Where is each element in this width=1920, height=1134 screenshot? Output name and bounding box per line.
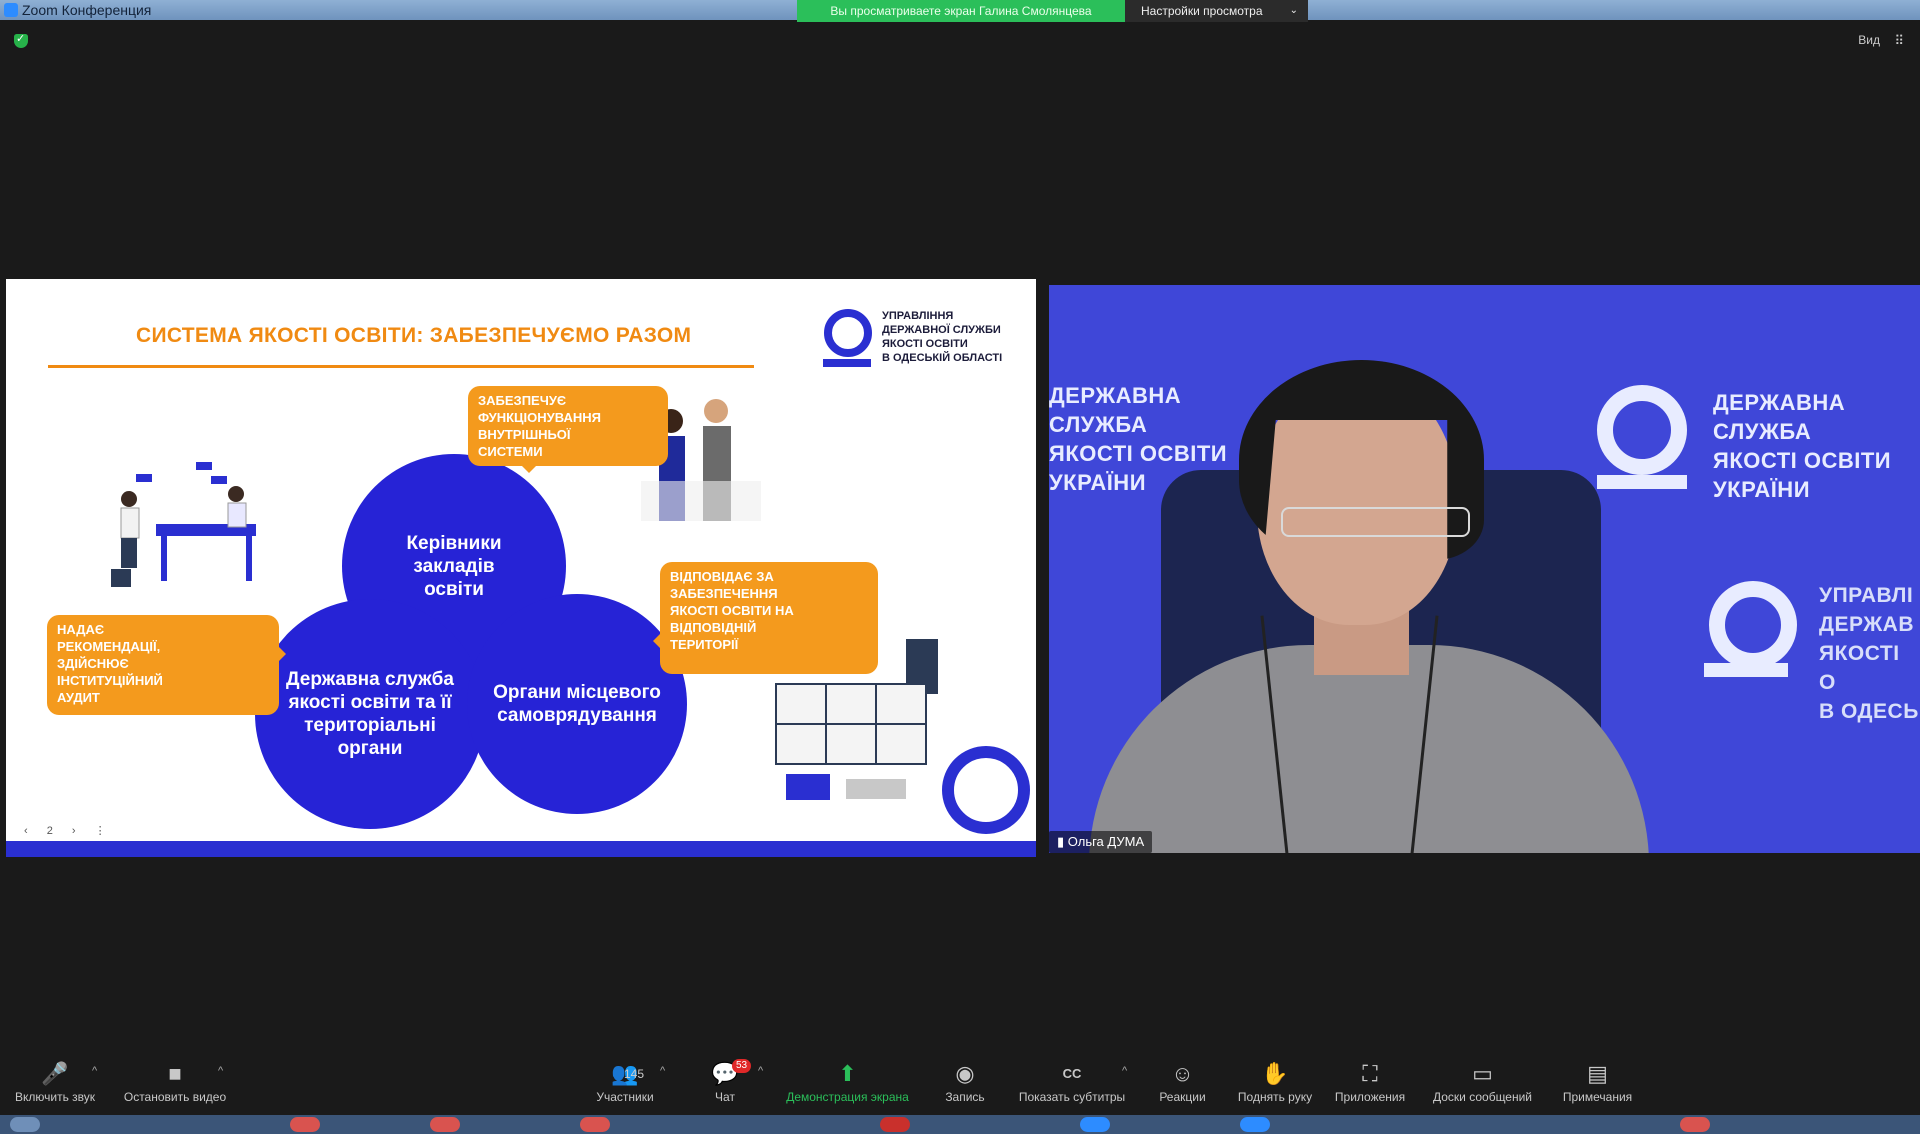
notes-label: Примечания <box>1562 1090 1633 1104</box>
wall-logo-lower-bar <box>1704 663 1788 677</box>
screen-share-banner: Вы просматриваете экран Галина Смолянцев… <box>797 0 1125 22</box>
callout-left: Надає рекомендації, здійснює інституційн… <box>47 615 286 715</box>
slide-navigation[interactable]: ‹ 2 › ⋮ <box>24 824 122 837</box>
wall-logo-bar <box>1597 475 1687 489</box>
stop-video-label: Остановить видео <box>123 1090 227 1104</box>
chevron-down-icon: ⌄ <box>1289 5 1298 16</box>
circle-local-government-label: Органи місцевого самоврядування <box>493 682 661 726</box>
slide-prev-button[interactable]: ‹ <box>24 825 28 837</box>
circle-local-government: Органи місцевого самоврядування <box>467 594 687 814</box>
slide-menu-button[interactable]: ⋮ <box>95 825 106 837</box>
callout-right: Відповідає за забезпечення якості освіти… <box>653 562 878 674</box>
unmute-button[interactable]: 🎤 Включить звук <box>0 1053 110 1115</box>
stop-video-button[interactable]: ■ Остановить видео <box>110 1053 240 1115</box>
chat-unread-badge: 53 <box>732 1059 752 1073</box>
slide-page-number: 2 <box>46 825 53 837</box>
callout-top: Забезпечує функціонування внутрішньої си… <box>468 386 668 473</box>
zoom-app-icon <box>4 3 18 17</box>
taskbar-app-icon[interactable] <box>880 1117 910 1132</box>
taskbar-app-icon[interactable] <box>10 1117 40 1132</box>
circle-state-service: Державна служба якості освіти та її тери… <box>255 599 485 829</box>
view-options-label: Настройки просмотра <box>1141 4 1263 18</box>
os-taskbar <box>0 1115 1920 1134</box>
taskbar-app-icon[interactable] <box>1080 1117 1110 1132</box>
subtitles-label: Показать субтитры <box>1018 1090 1126 1104</box>
signal-icon: ▮ <box>1057 834 1065 849</box>
audio-options-caret-icon[interactable]: ^ <box>92 1065 97 1077</box>
org-name: УПРАВЛІННЯ ДЕРЖАВНОЇ СЛУЖБИ ЯКОСТІ ОСВІТ… <box>882 310 1003 364</box>
shared-screen-slide: СИСТЕМА ЯКОСТІ ОСВІТИ: ЗАБЕЗПЕЧУЄМО РАЗО… <box>6 279 1036 857</box>
share-screen-icon: ⬆ <box>838 1061 857 1086</box>
participant-name: Ольга ДУМА <box>1067 834 1145 849</box>
share-screen-label: Демонстрация экрана <box>786 1090 909 1104</box>
taskbar-app-icon[interactable] <box>1240 1117 1270 1132</box>
video-options-caret-icon[interactable]: ^ <box>218 1065 223 1077</box>
wall-logo-icon <box>1597 385 1687 475</box>
speaker-glasses <box>1281 507 1470 537</box>
notes-icon: ▤ <box>1587 1061 1608 1086</box>
circle-state-service-label: Державна служба якості освіти та її тери… <box>286 669 454 759</box>
chat-caret-icon[interactable]: ^ <box>758 1065 763 1077</box>
circle-school-leaders-label: Керівники закладів освіти <box>406 532 502 600</box>
org-logo-icon <box>824 309 872 357</box>
participant-video[interactable]: ДЕРЖАВНА СЛУЖБА ЯКОСТІ ОСВІТИ УКРАЇНИ ДЕ… <box>1049 285 1920 853</box>
title-underline <box>48 365 754 368</box>
taskbar-app-icon[interactable] <box>580 1117 610 1132</box>
wall-text-lower: УПРАВЛІ ДЕРЖАВ ЯКОСТІ О В ОДЕСЬ <box>1819 584 1919 723</box>
view-toggle-button[interactable]: Вид <box>1858 33 1880 47</box>
grid-view-icon[interactable]: ⠿ <box>1894 33 1904 49</box>
chat-icon: 💬 <box>711 1061 739 1086</box>
meeting-toolbar: 🎤 Включить звук ^ ■ Остановить видео ^ 👥… <box>0 1053 1920 1115</box>
unmute-label: Включить звук <box>14 1090 96 1104</box>
closed-captions-icon: CC <box>1062 1066 1082 1081</box>
slide-title: СИСТЕМА ЯКОСТІ ОСВІТИ: ЗАБЕЗПЕЧУЄМО РАЗО… <box>136 324 692 347</box>
taskbar-app-icon[interactable] <box>430 1117 460 1132</box>
window-title: Zoom Конференция <box>22 2 152 18</box>
chat-button[interactable]: 💬 53 Чат <box>660 1053 790 1115</box>
participants-count: 145 <box>624 1067 645 1081</box>
chat-label: Чат <box>715 1090 735 1104</box>
taskbar-app-icon[interactable] <box>290 1117 320 1132</box>
view-options-dropdown[interactable]: Настройки просмотра ⌄ <box>1125 0 1308 22</box>
org-logo-bar <box>823 359 871 367</box>
office-illustration-icon <box>111 462 256 587</box>
slide-footer-bar <box>6 841 1036 857</box>
participant-name-tag: ▮ Ольга ДУМА <box>1049 831 1153 853</box>
share-screen-button[interactable]: ⬆ Демонстрация экрана <box>775 1053 920 1115</box>
notes-button[interactable]: ▤ Примечания <box>1530 1053 1665 1115</box>
security-shield-icon[interactable] <box>14 32 28 48</box>
subtitles-button[interactable]: CC Показать субтитры <box>1007 1053 1137 1115</box>
taskbar-app-icon[interactable] <box>1680 1117 1710 1132</box>
wall-text-right: ДЕРЖАВНА СЛУЖБА ЯКОСТІ ОСВІТИ УКРАЇНИ <box>1713 390 1892 502</box>
wall-logo-lower-icon <box>1709 581 1797 669</box>
decorative-ring-icon <box>942 746 1030 834</box>
slide-next-button[interactable]: › <box>72 825 76 837</box>
